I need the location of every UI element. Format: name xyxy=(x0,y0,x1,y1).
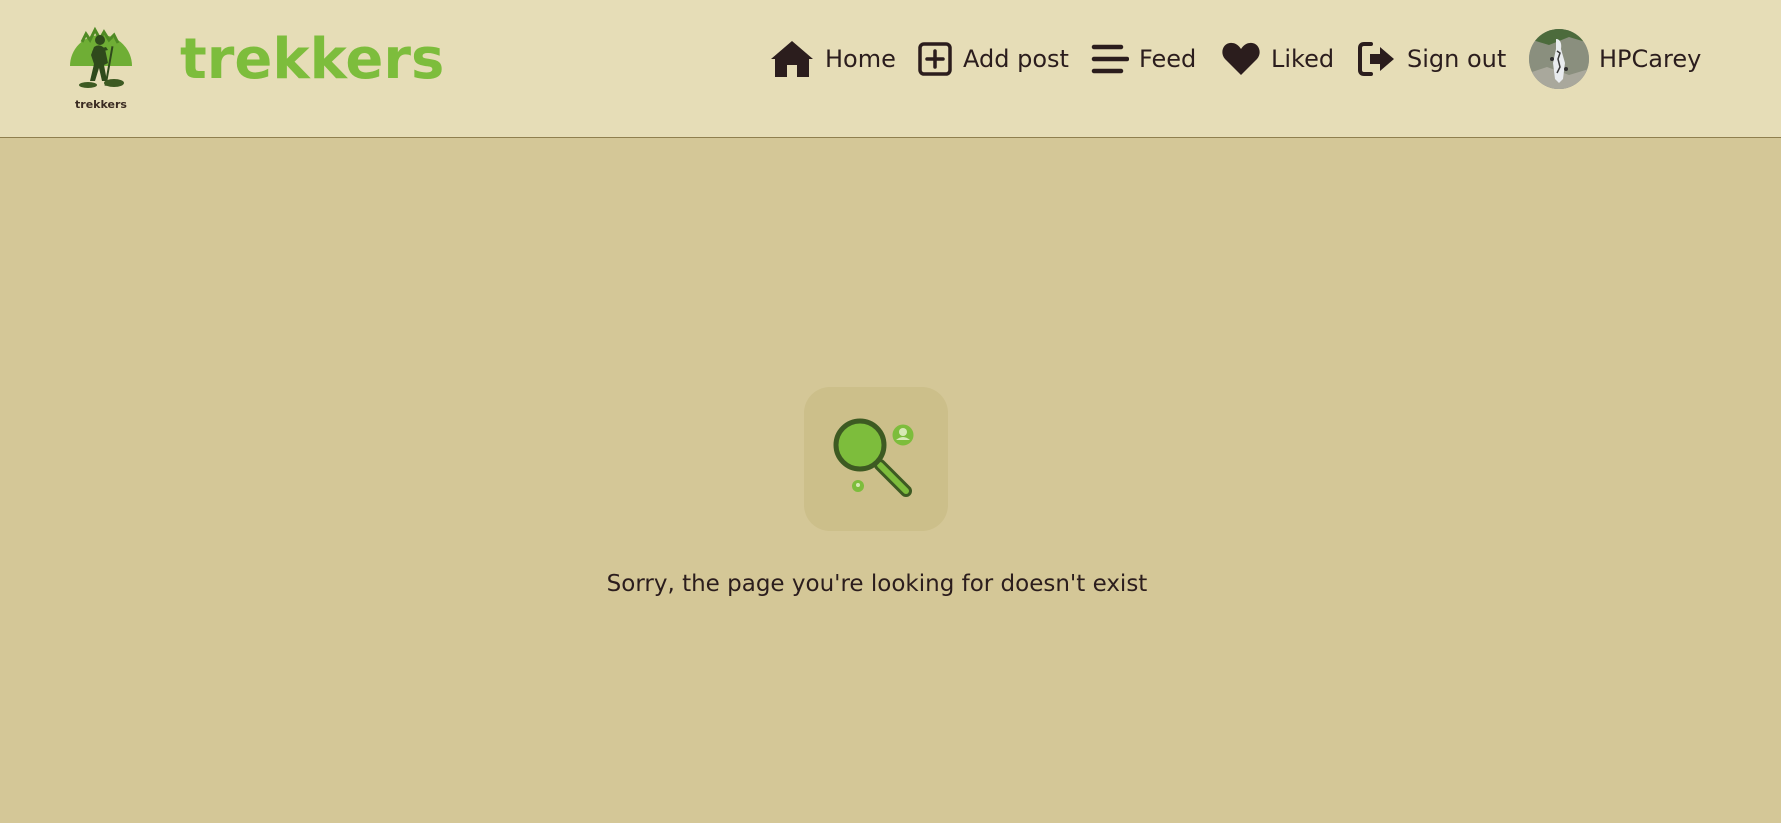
nav-home[interactable]: Home xyxy=(769,36,896,82)
nav-sign-out-label: Sign out xyxy=(1407,45,1507,73)
sign-out-icon xyxy=(1358,42,1394,76)
profile-username: HPCarey xyxy=(1599,45,1702,73)
nav-liked-label: Liked xyxy=(1271,45,1335,73)
heart-icon xyxy=(1222,42,1260,75)
navbar: trekkers trekkers Home Add post Feed Lik… xyxy=(0,0,1781,138)
stream-icon xyxy=(1091,44,1129,74)
logo-caption: trekkers xyxy=(75,98,127,111)
brand-name[interactable]: trekkers xyxy=(180,24,444,96)
home-icon xyxy=(771,41,813,77)
nav-liked[interactable]: Liked xyxy=(1221,36,1334,82)
nav-home-label: Home xyxy=(825,45,896,73)
nav-add-post[interactable]: Add post xyxy=(917,36,1069,82)
not-found-message: Sorry, the page you're looking for doesn… xyxy=(606,571,1148,597)
avatar-photo xyxy=(1529,29,1589,89)
hiker-logo-icon xyxy=(70,26,132,88)
nav-feed[interactable]: Feed xyxy=(1091,36,1196,82)
not-found-image xyxy=(804,387,948,531)
nav-add-post-label: Add post xyxy=(963,45,1069,73)
nav-feed-label: Feed xyxy=(1139,45,1197,73)
magnifying-glass-icon xyxy=(833,418,915,497)
plus-square-icon xyxy=(918,42,952,76)
avatar xyxy=(1529,29,1589,89)
logo[interactable]: trekkers xyxy=(64,20,138,112)
nav-sign-out[interactable]: Sign out xyxy=(1357,36,1506,82)
nav-profile[interactable]: HPCarey xyxy=(1529,29,1701,89)
